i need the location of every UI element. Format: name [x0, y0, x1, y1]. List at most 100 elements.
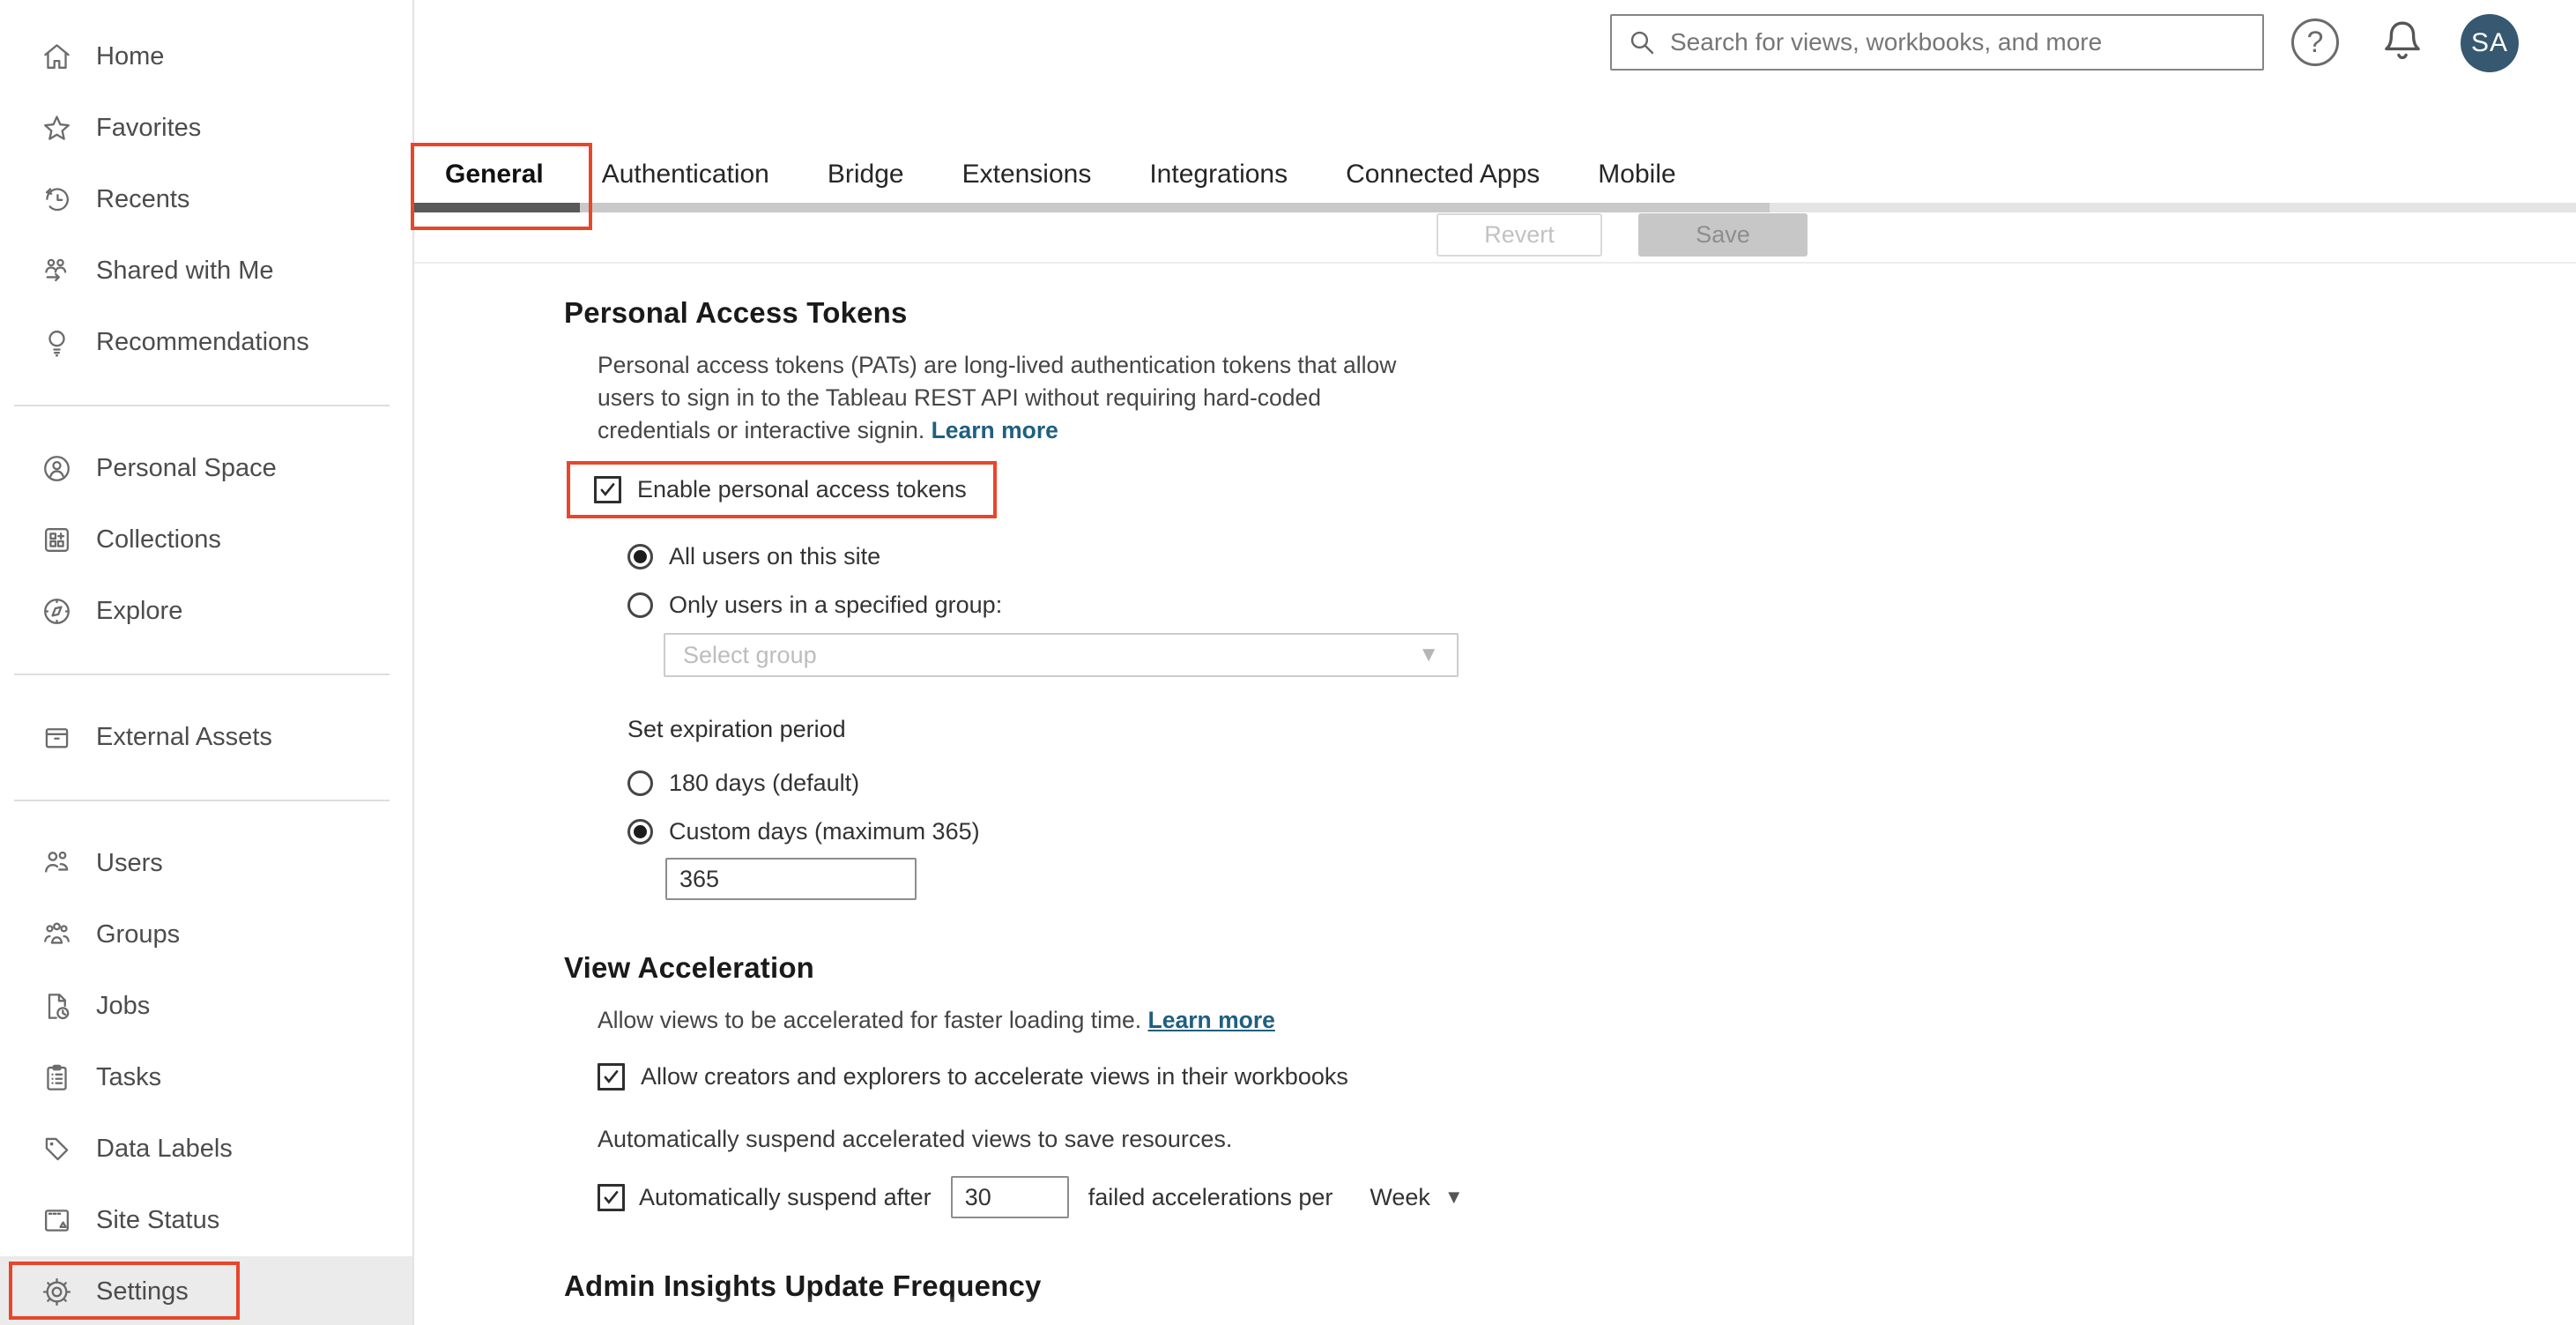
tab-extensions[interactable]: Extensions	[962, 160, 1092, 190]
sidebar-item-label: Explore	[96, 597, 183, 625]
shared-with-me-icon	[45, 258, 67, 282]
star-icon	[44, 115, 70, 140]
sidebar-item-external-assets[interactable]: External Assets	[0, 702, 412, 773]
sidebar-item-jobs[interactable]: Jobs	[0, 971, 412, 1042]
gear-icon	[42, 1277, 71, 1306]
tab-authentication[interactable]: Authentication	[602, 160, 769, 190]
sidebar-item-shared-with-me[interactable]: Shared with Me	[0, 235, 412, 307]
tab-general[interactable]: General	[445, 160, 544, 190]
radio-all-users-label: All users on this site	[669, 543, 881, 569]
sidebar-item-label: External Assets	[96, 723, 272, 751]
compass-icon	[44, 599, 70, 624]
sidebar-item-personal-space[interactable]: Personal Space	[0, 433, 412, 504]
sidebar-item-label: Personal Space	[96, 454, 277, 482]
clipboard-icon	[47, 1064, 67, 1091]
sidebar-item-label: Home	[96, 42, 165, 71]
sidebar-item-label: Users	[96, 849, 163, 877]
auto-suspend-suffix: failed accelerations per	[1088, 1183, 1333, 1210]
sidebar-item-label: Settings	[96, 1277, 189, 1306]
sidebar-item-label: Jobs	[96, 992, 151, 1020]
tab-integrations[interactable]: Integrations	[1149, 160, 1288, 190]
enable-pat-checkbox[interactable]	[594, 476, 621, 503]
collections-icon	[45, 528, 69, 552]
suspend-intro-text: Automatically suspend accelerated views …	[598, 1126, 1233, 1152]
help-icon[interactable]: ?	[2291, 19, 2339, 66]
document-clock-icon	[48, 994, 70, 1020]
recents-clock-icon	[45, 188, 69, 212]
failed-accelerations-input[interactable]	[950, 1176, 1069, 1218]
sidebar-item-collections[interactable]: Collections	[0, 504, 412, 576]
allow-acceleration-checkbox[interactable]	[598, 1063, 625, 1091]
section-title-view-acceleration: View Acceleration	[564, 951, 815, 984]
enable-pat-checkbox-row[interactable]: Enable personal access tokens	[594, 476, 967, 503]
radio-180-days[interactable]: 180 days (default)	[627, 770, 1586, 797]
select-group-dropdown[interactable]: Select group ▼	[664, 633, 1459, 677]
auto-suspend-checkbox[interactable]	[598, 1183, 625, 1211]
sidebar-item-explore[interactable]: Explore	[0, 576, 412, 647]
tab-scrollbar-track[interactable]	[580, 203, 1770, 212]
period-dropdown[interactable]: Week ▼	[1370, 1184, 1463, 1211]
sidebar: Home Favorites Recents Shared with Me Re…	[0, 0, 414, 1325]
sidebar-item-data-labels[interactable]: Data Labels	[0, 1113, 412, 1185]
tab-connected-apps[interactable]: Connected Apps	[1346, 160, 1540, 190]
search-icon	[1630, 31, 1654, 55]
auto-suspend-row: Automatically suspend after failed accel…	[598, 1176, 1586, 1218]
va-learn-more-link[interactable]: Learn more	[1148, 1007, 1275, 1033]
sidebar-item-home[interactable]: Home	[0, 21, 412, 93]
chevron-down-icon: ▼	[1444, 1186, 1464, 1208]
period-dropdown-value: Week	[1370, 1183, 1430, 1210]
radio-180-days-control[interactable]	[627, 770, 653, 796]
save-button[interactable]: Save	[1638, 213, 1808, 257]
search-input[interactable]	[1670, 28, 2248, 56]
radio-custom-days-label: Custom days (maximum 365)	[669, 818, 980, 845]
sidebar-item-settings[interactable]: Settings	[0, 1256, 412, 1325]
radio-all-users[interactable]: All users on this site	[627, 543, 1586, 570]
avatar[interactable]: SA	[2461, 14, 2519, 72]
sidebar-item-site-status[interactable]: Site Status	[0, 1185, 412, 1256]
tab-header-border	[1770, 203, 2576, 212]
lightbulb-icon	[48, 331, 65, 357]
enable-pat-highlight-annotation: Enable personal access tokens	[567, 461, 997, 518]
sidebar-divider	[14, 405, 390, 406]
sidebar-item-tasks[interactable]: Tasks	[0, 1042, 412, 1113]
active-tab-underline	[414, 203, 580, 212]
groups-icon	[44, 922, 70, 944]
revert-button[interactable]: Revert	[1436, 213, 1602, 257]
tab-bridge[interactable]: Bridge	[828, 160, 904, 190]
sidebar-item-groups[interactable]: Groups	[0, 899, 412, 971]
users-icon	[45, 851, 69, 873]
radio-specified-group-label: Only users in a specified group:	[669, 592, 1003, 618]
check-icon	[604, 1070, 619, 1083]
radio-specified-group-control[interactable]	[627, 592, 653, 618]
pat-learn-more-link[interactable]: Learn more	[932, 417, 1058, 443]
radio-custom-days[interactable]: Custom days (maximum 365)	[627, 818, 1586, 845]
section-title-admin-insights: Admin Insights Update Frequency	[564, 1269, 1042, 1302]
va-description-text: Allow views to be accelerated for faster…	[598, 1007, 1142, 1033]
sidebar-item-users[interactable]: Users	[0, 828, 412, 899]
allow-acceleration-checkbox-label: Allow creators and explorers to accelera…	[641, 1063, 1348, 1090]
sidebar-item-recommendations[interactable]: Recommendations	[0, 307, 412, 378]
settings-content: Personal Access Tokens Personal access t…	[564, 296, 1586, 1325]
radio-specified-group[interactable]: Only users in a specified group:	[627, 592, 1586, 619]
home-icon	[44, 44, 70, 69]
radio-all-users-control[interactable]	[627, 544, 653, 569]
settings-tabs: General Authentication Bridge Extensions…	[445, 160, 1676, 190]
check-icon	[600, 483, 615, 496]
chevron-down-icon: ▼	[1418, 643, 1439, 666]
tag-icon	[45, 1137, 69, 1161]
tab-mobile[interactable]: Mobile	[1598, 160, 1675, 190]
custom-days-input[interactable]	[665, 858, 917, 900]
sidebar-item-recents[interactable]: Recents	[0, 164, 412, 235]
check-icon	[604, 1190, 619, 1204]
sidebar-item-label: Site Status	[96, 1206, 220, 1234]
allow-acceleration-checkbox-row[interactable]: Allow creators and explorers to accelera…	[598, 1063, 1586, 1091]
pat-description: Personal access tokens (PATs) are long-l…	[598, 349, 1436, 447]
va-description: Allow views to be accelerated for faster…	[598, 1004, 1436, 1037]
notifications-bell-icon[interactable]	[2377, 16, 2428, 67]
sidebar-divider	[14, 800, 390, 801]
auto-suspend-prefix: Automatically suspend after	[639, 1183, 932, 1210]
drawer-icon	[45, 728, 69, 748]
expiration-period-label: Set expiration period	[627, 716, 846, 742]
radio-custom-days-control[interactable]	[627, 819, 653, 845]
sidebar-item-favorites[interactable]: Favorites	[0, 93, 412, 164]
